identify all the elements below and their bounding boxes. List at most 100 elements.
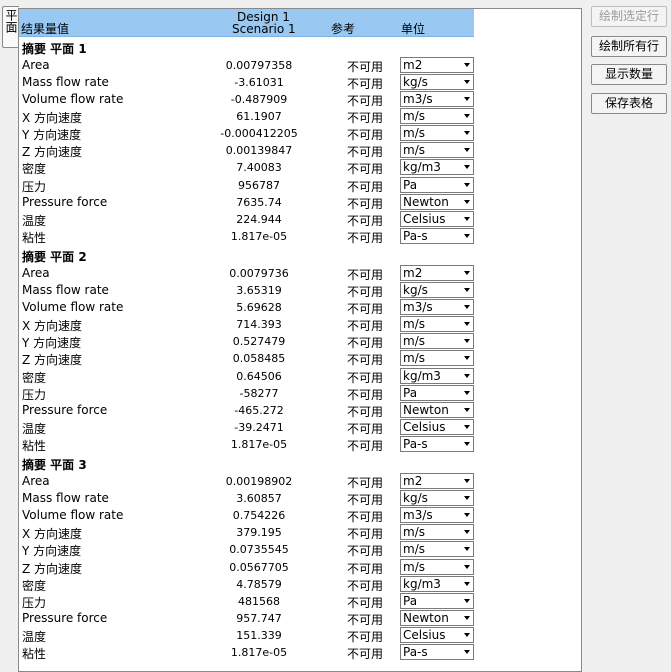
unit-dropdown[interactable]: Celsius — [400, 211, 474, 227]
chevron-down-icon — [464, 183, 470, 187]
quantity-name: Mass flow rate — [22, 75, 109, 89]
quantity-value: -39.2471 — [234, 421, 284, 434]
unit-dropdown[interactable]: Pa-s — [400, 228, 474, 244]
quantity-name: Volume flow rate — [22, 508, 124, 522]
plot-all-rows-button[interactable]: 绘制所有行 — [591, 36, 667, 57]
unit-dropdown[interactable]: m/s — [400, 350, 474, 366]
chevron-down-icon — [464, 408, 470, 412]
chevron-down-icon — [464, 97, 470, 101]
unit-dropdown[interactable]: kg/s — [400, 282, 474, 298]
unit-dropdown[interactable]: m/s — [400, 333, 474, 349]
unit-dropdown[interactable]: m3/s — [400, 299, 474, 315]
unit-selected: m/s — [403, 143, 425, 157]
unit-selected: m2 — [403, 266, 423, 280]
quantity-value: -465.272 — [234, 404, 284, 417]
unit-dropdown[interactable]: Celsius — [400, 419, 474, 435]
quantity-name: 粘性 — [22, 647, 47, 661]
reference-value: 不可用 — [347, 77, 384, 91]
unit-dropdown[interactable]: m/s — [400, 559, 474, 575]
show-quantities-button[interactable]: 显示数量 — [591, 64, 667, 85]
quantity-name: 粘性 — [22, 439, 47, 453]
unit-dropdown[interactable]: kg/s — [400, 74, 474, 90]
save-table-button[interactable]: 保存表格 — [591, 93, 667, 114]
unit-dropdown[interactable]: Newton — [400, 194, 474, 210]
chevron-down-icon — [464, 148, 470, 152]
unit-dropdown[interactable]: m/s — [400, 142, 474, 158]
quantity-value: 1.817e-05 — [230, 438, 288, 451]
unit-dropdown[interactable]: m2 — [400, 57, 474, 73]
quantity-value: 0.0079736 — [229, 267, 289, 280]
unit-selected: Newton — [403, 403, 449, 417]
quantity-name: Area — [22, 266, 50, 280]
unit-dropdown[interactable]: kg/s — [400, 490, 474, 506]
unit-dropdown[interactable]: m3/s — [400, 507, 474, 523]
table-row: X 方向速度 379.195 不可用 m/s — [19, 524, 474, 541]
unit-dropdown[interactable]: Pa-s — [400, 644, 474, 660]
unit-selected: m/s — [403, 334, 425, 348]
unit-dropdown[interactable]: m3/s — [400, 91, 474, 107]
chevron-down-icon — [464, 391, 470, 395]
chevron-down-icon — [464, 650, 470, 654]
quantity-name: 温度 — [22, 630, 47, 644]
quantity-name: 温度 — [22, 214, 47, 228]
unit-dropdown[interactable]: m2 — [400, 265, 474, 281]
unit-dropdown[interactable]: m2 — [400, 473, 474, 489]
unit-dropdown[interactable]: m/s — [400, 125, 474, 141]
unit-dropdown[interactable]: m/s — [400, 108, 474, 124]
unit-selected: m/s — [403, 109, 425, 123]
reference-value: 不可用 — [347, 128, 384, 142]
unit-dropdown[interactable]: m/s — [400, 316, 474, 332]
chevron-down-icon — [464, 234, 470, 238]
section-title: 摘要 平面 3 — [22, 458, 87, 473]
table-row: 密度 7.40083 不可用 kg/m3 — [19, 159, 474, 176]
reference-value: 不可用 — [347, 562, 384, 576]
quantity-name: Z 方向速度 — [22, 562, 83, 576]
unit-dropdown[interactable]: kg/m3 — [400, 159, 474, 175]
unit-dropdown[interactable]: m/s — [400, 524, 474, 540]
reference-value: 不可用 — [347, 285, 384, 299]
unit-selected: Celsius — [403, 628, 446, 642]
unit-dropdown[interactable]: Pa — [400, 593, 474, 609]
unit-dropdown[interactable]: Newton — [400, 610, 474, 626]
chevron-down-icon — [464, 217, 470, 221]
unit-selected: m3/s — [403, 508, 433, 522]
quantity-name: X 方向速度 — [22, 111, 83, 125]
quantity-name: X 方向速度 — [22, 527, 83, 541]
unit-dropdown[interactable]: kg/m3 — [400, 368, 474, 384]
unit-selected: m/s — [403, 542, 425, 556]
quantity-name: 压力 — [22, 180, 47, 194]
table-row: 压力 -58277 不可用 Pa — [19, 385, 474, 402]
chevron-down-icon — [464, 582, 470, 586]
quantity-value: 224.944 — [236, 213, 282, 226]
plot-selected-rows-button[interactable]: 绘制选定行 — [591, 6, 667, 27]
quantity-name: Area — [22, 58, 50, 72]
unit-selected: Celsius — [403, 212, 446, 226]
quantity-value: 0.527479 — [232, 335, 286, 348]
unit-selected: m3/s — [403, 92, 433, 106]
quantity-value: 7.40083 — [236, 161, 282, 174]
unit-dropdown[interactable]: Pa-s — [400, 436, 474, 452]
chevron-down-icon — [464, 339, 470, 343]
unit-dropdown[interactable]: m/s — [400, 541, 474, 557]
quantity-value: 151.339 — [236, 629, 282, 642]
table-row: Z 方向速度 0.058485 不可用 m/s — [19, 350, 474, 367]
reference-value: 不可用 — [347, 510, 384, 524]
unit-dropdown[interactable]: Celsius — [400, 627, 474, 643]
chevron-down-icon — [464, 165, 470, 169]
unit-dropdown[interactable]: Pa — [400, 385, 474, 401]
chevron-down-icon — [464, 442, 470, 446]
quantity-value: 379.195 — [236, 526, 282, 539]
unit-dropdown[interactable]: Pa — [400, 177, 474, 193]
unit-dropdown[interactable]: Newton — [400, 402, 474, 418]
unit-selected: m/s — [403, 126, 425, 140]
reference-value: 不可用 — [347, 405, 384, 419]
reference-value: 不可用 — [347, 596, 384, 610]
reference-value: 不可用 — [347, 422, 384, 436]
chevron-down-icon — [464, 374, 470, 378]
quantity-name: Pressure force — [22, 403, 108, 417]
unit-dropdown[interactable]: kg/m3 — [400, 576, 474, 592]
quantity-value: 0.754226 — [232, 509, 286, 522]
table-row: Volume flow rate -0.487909 不可用 m3/s — [19, 91, 474, 108]
tab-plane[interactable]: 平面 — [2, 6, 19, 48]
reference-value: 不可用 — [347, 613, 384, 627]
